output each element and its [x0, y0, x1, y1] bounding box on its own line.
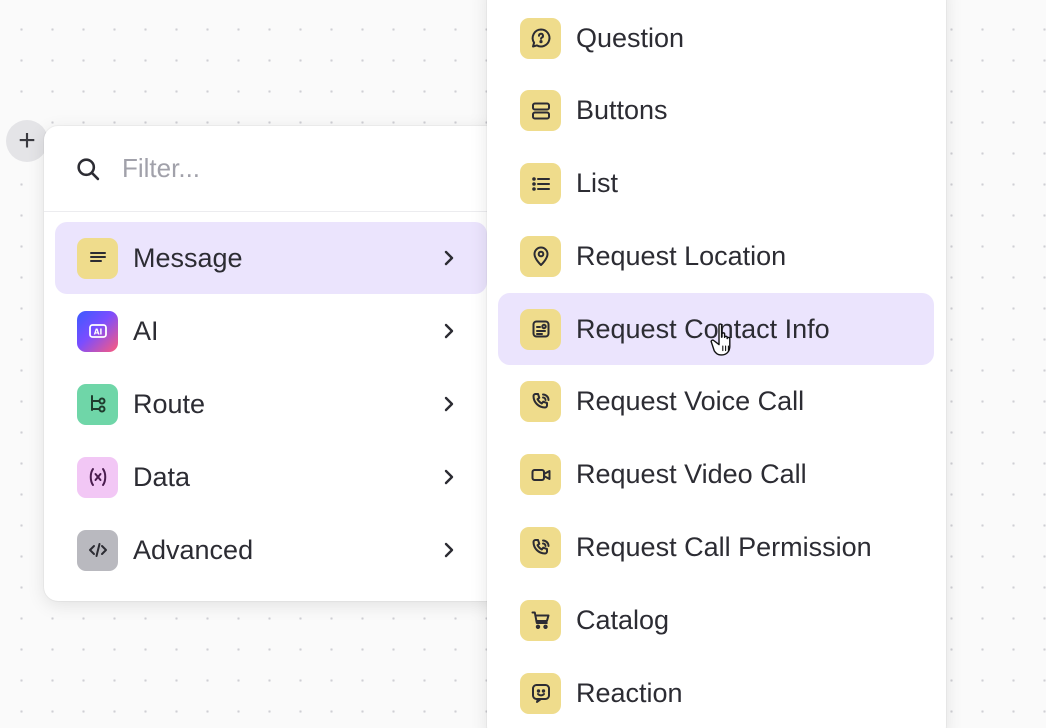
submenu-label: Question — [576, 22, 685, 53]
submenu-item-question[interactable]: Question — [498, 2, 934, 74]
svg-text:AI: AI — [93, 327, 102, 336]
plus-icon: + — [18, 124, 36, 157]
category-item-route[interactable]: Route — [55, 368, 487, 440]
chevron-right-icon — [444, 396, 454, 412]
category-item-advanced[interactable]: Advanced — [55, 514, 487, 586]
submenu-label: Catalog — [576, 604, 670, 635]
category-item-message[interactable]: Message — [55, 222, 487, 294]
submenu-label: List — [576, 168, 619, 199]
submenu-label: Buttons — [576, 95, 668, 126]
message-lines-icon — [77, 237, 118, 279]
category-list: Message AI AI Route Data Advanced — [44, 212, 514, 586]
cart-icon — [520, 599, 561, 641]
category-item-ai[interactable]: AI AI — [55, 295, 487, 367]
message-submenu: Question Buttons List Request Location R… — [487, 0, 946, 728]
submenu-item-buttons[interactable]: Buttons — [498, 75, 934, 147]
category-item-data[interactable]: Data — [55, 441, 487, 513]
hand-pointer-cursor-icon — [710, 323, 731, 356]
submenu-item-list[interactable]: List — [498, 148, 934, 220]
question-bubble-icon — [520, 17, 561, 59]
smiley-icon — [520, 672, 561, 714]
submenu-item-request-location[interactable]: Request Location — [498, 220, 934, 292]
chevron-right-icon — [444, 542, 454, 558]
node-type-menu: Message AI AI Route Data — [44, 126, 514, 601]
phone-call-icon — [520, 527, 561, 569]
submenu-label: Request Voice Call — [576, 386, 805, 417]
category-label: Advanced — [133, 534, 254, 565]
filter-input[interactable] — [122, 153, 422, 184]
chevron-right-icon — [444, 250, 454, 266]
submenu-label: Request Location — [576, 240, 787, 271]
video-camera-icon — [520, 454, 561, 496]
submenu-label: Request Call Permission — [576, 532, 872, 563]
category-label: AI — [133, 315, 159, 346]
category-label: Data — [133, 461, 191, 492]
contact-card-icon — [520, 308, 561, 350]
code-icon — [77, 529, 118, 571]
submenu-label: Request Contact Info — [576, 313, 830, 344]
buttons-icon — [520, 90, 561, 132]
search-icon — [77, 157, 100, 180]
submenu-label: Request Video Call — [576, 459, 807, 490]
submenu-item-catalog[interactable]: Catalog — [498, 584, 934, 656]
location-pin-icon — [520, 235, 561, 277]
filter-bar — [44, 126, 514, 212]
route-icon — [77, 383, 118, 425]
add-node-button[interactable]: + — [6, 120, 48, 162]
submenu-item-request-voice-call[interactable]: Request Voice Call — [498, 366, 934, 438]
phone-call-icon — [520, 381, 561, 423]
submenu-item-request-call-permission[interactable]: Request Call Permission — [498, 512, 934, 584]
category-label: Message — [133, 242, 243, 273]
category-label: Route — [133, 388, 206, 419]
submenu-label: Reaction — [576, 677, 683, 708]
chevron-right-icon — [444, 323, 454, 339]
submenu-item-reaction[interactable]: Reaction — [498, 657, 934, 728]
ai-icon: AI — [77, 310, 118, 352]
chevron-right-icon — [444, 469, 454, 485]
variable-icon — [77, 456, 118, 498]
submenu-list: Question Buttons List Request Location R… — [498, 2, 934, 728]
list-icon — [520, 163, 561, 205]
submenu-item-request-video-call[interactable]: Request Video Call — [498, 439, 934, 511]
